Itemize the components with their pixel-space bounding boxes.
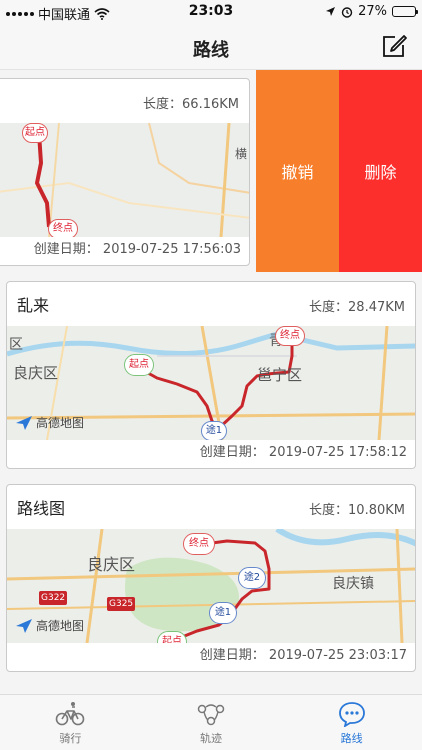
route-created-date: 创建日期： 2019-07-25 17:56:03 xyxy=(33,242,241,257)
bicycle-icon xyxy=(56,702,85,726)
end-marker: 终点 xyxy=(183,533,215,555)
tab-label: 骑行 xyxy=(59,732,82,745)
route-created-date: 创建日期： 2019-07-25 17:58:12 xyxy=(199,445,407,460)
page-title: 路线 xyxy=(193,40,229,61)
waypoint-marker: 途1 xyxy=(201,421,227,440)
road-shield: G325 xyxy=(107,597,136,611)
tab-label: 路线 xyxy=(340,732,363,745)
start-marker: 起点 xyxy=(22,123,48,143)
map-district-label: 良庆区 xyxy=(87,555,136,574)
waypoint-marker: 途2 xyxy=(238,567,266,589)
route-title: 乱来 xyxy=(17,296,50,315)
tab-ride[interactable]: 骑行 xyxy=(0,695,141,750)
amap-logo-text: 高德地图 xyxy=(36,619,85,633)
end-marker: 终点 xyxy=(275,326,305,346)
route-map: 横 起点 终点 xyxy=(0,123,249,237)
start-marker: 起点 xyxy=(124,354,154,376)
end-marker: 终点 xyxy=(48,219,78,237)
status-bar: 中国联通 23:03 27% xyxy=(0,0,422,24)
status-right: 27% xyxy=(325,4,418,19)
start-marker: 起点 xyxy=(157,631,187,643)
tab-label: 轨迹 xyxy=(200,732,222,745)
route-length: 长度：10.80KM xyxy=(309,503,405,518)
undo-button[interactable]: 撤销 xyxy=(256,70,339,272)
route-length: 长度：66.16KM xyxy=(143,97,239,112)
battery-percent: 27% xyxy=(358,4,387,19)
delete-button[interactable]: 删除 xyxy=(339,70,422,272)
map-district-label: 良庆区 xyxy=(13,364,59,382)
route-title: 路线图 xyxy=(17,499,66,518)
route-card[interactable]: 乱来 长度：28.47KM 区 良庆区 青 邕宁区 起点 终点 途1 高德地图 … xyxy=(6,281,416,469)
alarm-icon xyxy=(341,6,353,18)
map-place-label: 横 xyxy=(235,147,248,161)
chat-bubble-icon xyxy=(338,702,365,727)
road-shield: G322 xyxy=(39,591,68,605)
route-card[interactable]: 长度：66.16KM 横 起点 终点 创建日期： 2019-07-25 17:5… xyxy=(0,78,250,266)
amap-logo: 高德地图 xyxy=(15,414,84,431)
route-length: 长度：28.47KM xyxy=(309,300,405,315)
map-district-label: 邕宁区 xyxy=(257,366,303,384)
track-icon xyxy=(197,704,225,726)
amap-logo-icon xyxy=(16,415,32,430)
map-district-label: 区 xyxy=(9,337,23,353)
tab-route[interactable]: 路线 xyxy=(281,695,422,750)
swipe-actions: 撤销 删除 xyxy=(256,70,422,272)
route-map: 区 良庆区 青 邕宁区 起点 终点 途1 高德地图 xyxy=(7,326,415,440)
tab-track[interactable]: 轨迹 xyxy=(141,695,282,750)
map-town-label: 良庆镇 xyxy=(332,576,374,592)
amap-logo-text: 高德地图 xyxy=(36,416,85,430)
location-arrow-icon xyxy=(326,7,336,16)
route-map: 良庆区 良庆镇 G322 G325 终点 途2 途1 起点 高德地图 xyxy=(7,529,415,643)
edit-icon[interactable] xyxy=(380,32,408,60)
navigation-bar: 路线 xyxy=(0,24,422,70)
battery-icon xyxy=(392,6,418,17)
tab-bar: 骑行 轨迹 路线 xyxy=(0,694,422,750)
route-card[interactable]: 路线图 长度：10.80KM 良庆区 良庆镇 G322 G325 终点 途2 途… xyxy=(6,484,416,672)
amap-logo: 高德地图 xyxy=(15,617,84,634)
route-created-date: 创建日期： 2019-07-25 23:03:17 xyxy=(199,648,407,663)
waypoint-marker: 途1 xyxy=(209,602,237,624)
amap-logo-icon xyxy=(16,618,32,633)
